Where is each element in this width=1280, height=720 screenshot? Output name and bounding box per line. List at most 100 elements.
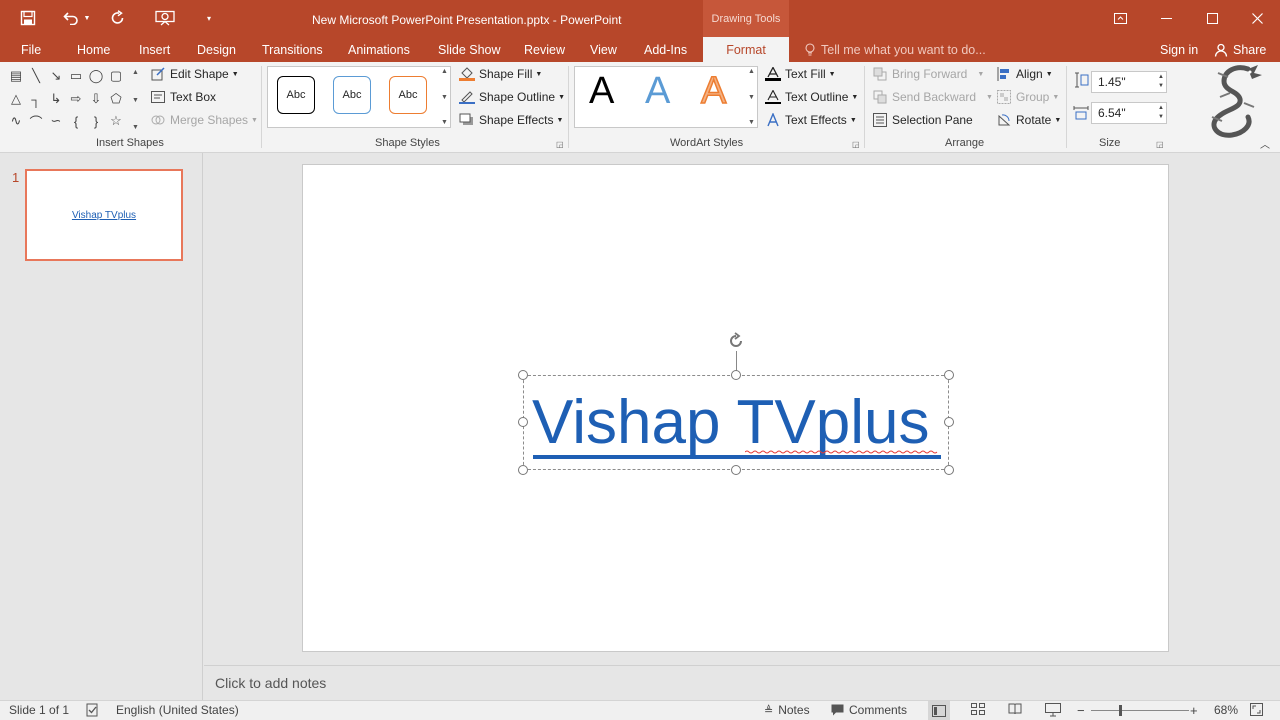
resize-handle-top-left[interactable] <box>518 370 528 380</box>
slide-sorter-icon[interactable] <box>971 703 985 715</box>
more-icon[interactable]: ▼ <box>441 119 448 126</box>
arc-shape-icon[interactable]: ⌒ <box>28 114 44 130</box>
resize-handle-bottom-right[interactable] <box>944 465 954 475</box>
slide-show-icon[interactable] <box>1045 703 1061 717</box>
shape-style-orange[interactable]: Abc <box>389 76 427 114</box>
bring-forward-button[interactable]: Bring Forward ▼ <box>872 67 984 81</box>
tab-insert[interactable]: Insert <box>139 37 170 62</box>
send-backward-button[interactable]: Send Backward ▼ <box>872 90 993 104</box>
arrow-line-shape-icon[interactable]: ↘ <box>48 68 64 83</box>
resize-handle-bottom-left[interactable] <box>518 465 528 475</box>
notes-toggle[interactable]: ≜ Notes <box>764 703 810 717</box>
shape-fill-button[interactable]: Shape Fill ▼ <box>459 67 542 81</box>
reading-view-icon[interactable] <box>1008 703 1022 715</box>
wordart-launcher-icon[interactable]: ◲ <box>852 140 860 149</box>
shape-height-input[interactable]: 1.45" ▲ ▼ <box>1091 71 1167 93</box>
slide-thumbnail[interactable]: Vishap TVplus <box>25 169 183 261</box>
save-icon[interactable] <box>17 8 39 28</box>
shape-style-black[interactable]: Abc <box>277 76 315 114</box>
oval-shape-icon[interactable]: ◯ <box>88 68 104 83</box>
wordart-gallery-scroll[interactable]: ▲ ▼ ▼ <box>745 68 758 126</box>
edit-shape-button[interactable]: Edit Shape ▼ <box>150 67 239 81</box>
tab-slide-show[interactable]: Slide Show <box>438 37 501 62</box>
resize-handle-top-right[interactable] <box>944 370 954 380</box>
curve-shape-icon[interactable]: ∽ <box>48 113 64 128</box>
zoom-in-icon[interactable]: + <box>1190 703 1198 718</box>
tab-animations[interactable]: Animations <box>348 37 410 62</box>
zoom-level[interactable]: 68% <box>1214 703 1238 717</box>
rectangle-shape-icon[interactable]: ▭ <box>68 68 84 83</box>
start-from-beginning-icon[interactable] <box>154 8 176 28</box>
fit-slide-icon[interactable] <box>1250 703 1263 716</box>
scroll-up-icon[interactable]: ▲ <box>132 69 139 76</box>
pentagon-shape-icon[interactable]: ⬠ <box>108 91 124 106</box>
slide-text[interactable]: Vishap TVplus <box>532 388 930 458</box>
zoom-out-icon[interactable]: − <box>1077 703 1085 718</box>
shape-outline-button[interactable]: Shape Outline ▼ <box>459 90 565 104</box>
tab-home[interactable]: Home <box>77 37 110 62</box>
height-spinner-arrows[interactable]: ▲ ▼ <box>1158 73 1164 91</box>
text-outline-button[interactable]: Text Outline ▼ <box>765 90 858 104</box>
tab-review[interactable]: Review <box>524 37 565 62</box>
shapes-gallery[interactable]: ▤ ╲ ↘ ▭ ◯ ▢ △ ┐ ↳ ⇨ ⇩ ⬠ ∿ ⌒ ∽ { } ☆ <box>6 67 142 131</box>
share-button[interactable]: Share <box>1214 37 1266 62</box>
selection-pane-button[interactable]: Selection Pane <box>872 113 973 127</box>
resize-handle-bottom[interactable] <box>731 465 741 475</box>
down-arrow-shape-icon[interactable]: ⇩ <box>88 91 104 106</box>
triangle-shape-icon[interactable]: △ <box>8 91 24 106</box>
text-box-selection[interactable]: Vishap TVplus <box>523 375 949 470</box>
text-box-shape-icon[interactable]: ▤ <box>8 68 24 83</box>
comments-toggle[interactable]: Comments <box>831 703 907 717</box>
language-indicator[interactable]: English (United States) <box>116 703 239 717</box>
scroll-up-icon[interactable]: ▲ <box>441 68 448 75</box>
width-spinner-arrows[interactable]: ▲ ▼ <box>1158 104 1164 122</box>
wordart-style-orange-outline[interactable]: A <box>700 69 727 113</box>
tab-format[interactable]: Format <box>703 37 789 62</box>
freeform-shape-icon[interactable]: ∿ <box>8 113 24 128</box>
resize-handle-left[interactable] <box>518 417 528 427</box>
shape-effects-button[interactable]: Shape Effects ▼ <box>459 113 563 127</box>
tab-file[interactable]: File <box>21 37 41 62</box>
undo-dropdown-icon[interactable]: ▼ <box>80 8 94 28</box>
group-button[interactable]: Group ▼ <box>996 90 1059 104</box>
shape-styles-scroll[interactable]: ▲ ▼ ▼ <box>438 68 451 126</box>
merge-shapes-button[interactable]: Merge Shapes ▼ <box>150 113 258 127</box>
rotate-button[interactable]: Rotate ▼ <box>996 113 1061 127</box>
size-launcher-icon[interactable]: ◲ <box>1156 140 1164 149</box>
slide[interactable]: Vishap TVplus <box>302 164 1169 652</box>
minimize-icon[interactable] <box>1143 0 1189 37</box>
text-fill-button[interactable]: Text Fill ▼ <box>765 67 836 81</box>
redo-icon[interactable] <box>107 8 129 28</box>
maximize-icon[interactable] <box>1189 0 1235 37</box>
normal-view-icon[interactable] <box>928 701 950 720</box>
text-box-button[interactable]: Text Box <box>150 90 216 104</box>
right-brace-shape-icon[interactable]: } <box>88 114 104 129</box>
resize-handle-right[interactable] <box>944 417 954 427</box>
right-arrow-shape-icon[interactable]: ⇨ <box>68 91 84 106</box>
rounded-rectangle-shape-icon[interactable]: ▢ <box>108 68 124 83</box>
align-button[interactable]: Align ▼ <box>996 67 1053 81</box>
resize-handle-top[interactable] <box>731 370 741 380</box>
notes-pane[interactable]: Click to add notes <box>204 665 1280 700</box>
customize-qat-icon[interactable]: ▾ <box>198 8 220 28</box>
scroll-down-icon[interactable]: ▼ <box>132 97 139 104</box>
tab-transitions[interactable]: Transitions <box>262 37 323 62</box>
tab-view[interactable]: View <box>590 37 617 62</box>
zoom-slider-thumb[interactable] <box>1119 705 1122 716</box>
close-icon[interactable] <box>1234 0 1280 37</box>
ribbon-display-options-icon[interactable] <box>1097 0 1143 37</box>
shape-style-blue[interactable]: Abc <box>333 76 371 114</box>
rotate-handle-icon[interactable] <box>726 331 746 351</box>
wordart-style-blue[interactable]: A <box>645 70 670 113</box>
tell-me-search[interactable]: Tell me what you want to do... <box>805 37 986 62</box>
zoom-slider[interactable] <box>1091 710 1189 711</box>
left-brace-shape-icon[interactable]: { <box>68 114 84 129</box>
collapse-ribbon-icon[interactable]: ︿ <box>1260 136 1270 151</box>
sign-in-link[interactable]: Sign in <box>1160 37 1198 62</box>
tab-add-ins[interactable]: Add-Ins <box>644 37 687 62</box>
scroll-down-icon[interactable]: ▼ <box>441 94 448 101</box>
more-icon[interactable]: ▼ <box>132 124 139 131</box>
text-effects-button[interactable]: Text Effects ▼ <box>765 113 857 127</box>
more-icon[interactable]: ▼ <box>748 119 755 126</box>
tab-design[interactable]: Design <box>197 37 236 62</box>
